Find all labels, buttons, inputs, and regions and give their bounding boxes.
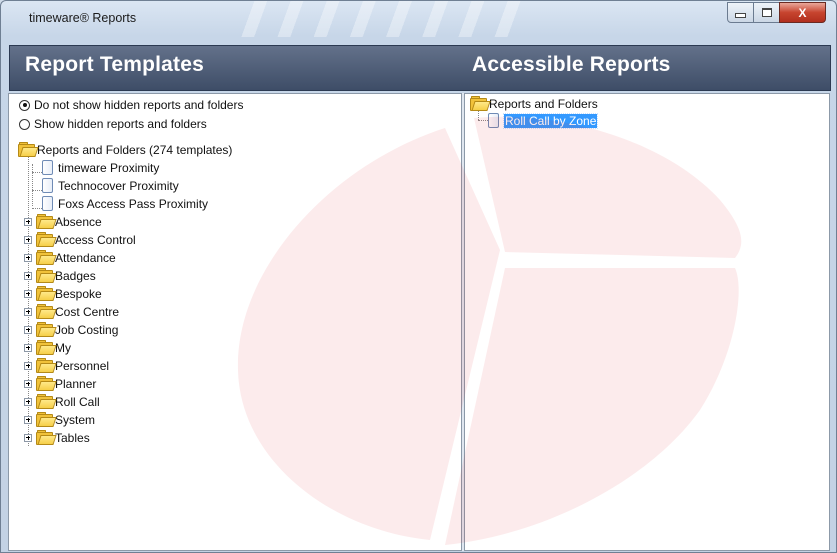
folder-label: Roll Call xyxy=(55,394,100,409)
report-icon xyxy=(42,160,53,175)
folder-node-my[interactable]: My xyxy=(24,339,71,356)
folder-node-bespoke[interactable]: Bespoke xyxy=(24,285,102,302)
folder-label: Cost Centre xyxy=(55,304,120,319)
template-item[interactable]: timeware Proximity xyxy=(42,159,159,176)
folder-label: Access Control xyxy=(55,232,136,247)
folder-label: Tables xyxy=(55,430,90,445)
expand-icon[interactable] xyxy=(24,253,32,262)
minimize-icon xyxy=(735,13,746,18)
report-templates-heading: Report Templates xyxy=(25,53,205,76)
report-icon xyxy=(42,178,53,193)
folder-icon xyxy=(36,430,57,445)
show-hidden-radio[interactable] xyxy=(19,118,30,130)
template-label: Foxs Access Pass Proximity xyxy=(58,196,209,211)
folder-node-tables[interactable]: Tables xyxy=(24,429,90,446)
accessible-report-item[interactable]: Roll Call by Zone xyxy=(488,112,599,129)
folder-node-attendance[interactable]: Attendance xyxy=(24,249,116,266)
tree-root-label: Reports and Folders (274 templates) xyxy=(37,142,233,157)
template-item[interactable]: Technocover Proximity xyxy=(42,177,179,194)
accessible-reports-pane: Reports and Folders Roll Call by Zone xyxy=(464,93,830,551)
expand-icon[interactable] xyxy=(24,289,32,298)
show-hidden-option[interactable]: Show hidden reports and folders xyxy=(19,117,207,131)
expand-icon[interactable] xyxy=(24,361,32,370)
tree-line xyxy=(32,208,42,209)
folder-icon xyxy=(36,304,57,319)
expand-icon[interactable] xyxy=(24,217,32,226)
accessible-reports-heading: Accessible Reports xyxy=(472,53,671,76)
show-hidden-label: Show hidden reports and folders xyxy=(34,117,207,131)
tree-line xyxy=(32,172,42,173)
maximize-button[interactable] xyxy=(753,2,780,23)
hide-hidden-radio[interactable] xyxy=(19,99,30,111)
maximize-icon xyxy=(761,8,772,17)
report-icon xyxy=(488,113,499,128)
tree-line xyxy=(32,190,42,191)
folder-node-job-costing[interactable]: Job Costing xyxy=(24,321,118,338)
expand-icon[interactable] xyxy=(24,235,32,244)
folder-icon xyxy=(36,394,57,409)
folder-node-access-control[interactable]: Access Control xyxy=(24,231,136,248)
open-folder-icon xyxy=(470,96,491,111)
tree-line xyxy=(478,120,488,121)
section-header-bar: Report Templates Accessible Reports xyxy=(9,45,831,91)
folder-node-system[interactable]: System xyxy=(24,411,95,428)
folder-icon xyxy=(36,268,57,283)
expand-icon[interactable] xyxy=(24,433,32,442)
folder-node-roll-call[interactable]: Roll Call xyxy=(24,393,100,410)
tree-line xyxy=(32,164,33,206)
accessible-report-label: Roll Call by Zone xyxy=(502,112,599,129)
report-templates-pane: Do not show hidden reports and folders S… xyxy=(8,93,462,551)
accessible-root-node[interactable]: Reports and Folders xyxy=(470,95,598,112)
expand-icon[interactable] xyxy=(24,415,32,424)
expand-icon[interactable] xyxy=(24,343,32,352)
folder-icon xyxy=(36,412,57,427)
folder-icon xyxy=(36,214,57,229)
close-button[interactable]: X xyxy=(779,2,826,23)
expand-icon[interactable] xyxy=(24,271,32,280)
tree-root-node[interactable]: Reports and Folders (274 templates) xyxy=(18,141,232,158)
template-label: timeware Proximity xyxy=(58,160,160,175)
folder-label: My xyxy=(55,340,71,355)
close-icon: X xyxy=(798,5,807,20)
expand-icon[interactable] xyxy=(24,379,32,388)
window-title: timeware® Reports xyxy=(29,11,137,25)
folder-icon xyxy=(36,232,57,247)
folder-label: Absence xyxy=(55,214,102,229)
folder-label: Attendance xyxy=(55,250,116,265)
folder-node-cost-centre[interactable]: Cost Centre xyxy=(24,303,119,320)
folder-icon xyxy=(36,376,57,391)
folder-label: Planner xyxy=(55,376,97,391)
hide-hidden-option[interactable]: Do not show hidden reports and folders xyxy=(19,98,243,112)
folder-icon xyxy=(36,322,57,337)
folder-icon xyxy=(36,340,57,355)
folder-label: Personnel xyxy=(55,358,110,373)
open-folder-icon xyxy=(18,142,39,157)
expand-icon[interactable] xyxy=(24,307,32,316)
title-bar-decoration xyxy=(231,1,531,37)
template-label: Technocover Proximity xyxy=(58,178,179,193)
folder-label: System xyxy=(55,412,96,427)
expand-icon[interactable] xyxy=(24,397,32,406)
minimize-button[interactable] xyxy=(727,2,754,23)
folder-node-planner[interactable]: Planner xyxy=(24,375,96,392)
folder-label: Job Costing xyxy=(55,322,119,337)
report-icon xyxy=(42,196,53,211)
folder-icon xyxy=(36,286,57,301)
folder-icon xyxy=(36,358,57,373)
expand-icon[interactable] xyxy=(24,325,32,334)
folder-node-personnel[interactable]: Personnel xyxy=(24,357,109,374)
folder-icon xyxy=(36,250,57,265)
folder-node-absence[interactable]: Absence xyxy=(24,213,102,230)
template-item[interactable]: Foxs Access Pass Proximity xyxy=(42,195,208,212)
title-bar[interactable]: timeware® Reports X xyxy=(1,1,836,37)
folder-node-badges[interactable]: Badges xyxy=(24,267,96,284)
accessible-root-label: Reports and Folders xyxy=(489,96,598,111)
folder-label: Badges xyxy=(55,268,96,283)
folder-label: Bespoke xyxy=(55,286,102,301)
hide-hidden-label: Do not show hidden reports and folders xyxy=(34,98,244,112)
